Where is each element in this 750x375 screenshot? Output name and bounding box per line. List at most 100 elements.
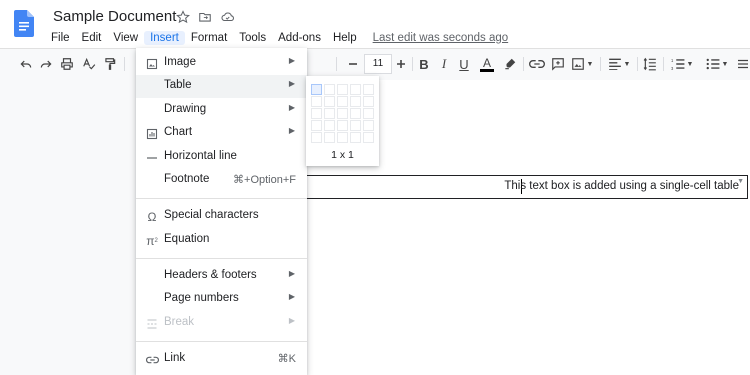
table-grid-cells — [311, 84, 375, 143]
last-edit-link[interactable]: Last edit was seconds ago — [373, 32, 509, 44]
italic-icon[interactable]: I — [437, 55, 451, 73]
menu-file[interactable]: File — [45, 31, 76, 45]
insert-link-icon[interactable] — [528, 55, 546, 73]
submenu-arrow-icon: ▶ — [288, 292, 295, 301]
chart-icon — [145, 127, 159, 141]
table-grid-cell[interactable] — [337, 84, 348, 95]
image-icon — [145, 57, 159, 71]
menu-item-break: Break ▶ — [136, 312, 307, 335]
numbered-list-icon[interactable]: 13 ▼ — [670, 55, 694, 73]
bulleted-list-icon[interactable]: ▼ — [705, 55, 729, 73]
submenu-arrow-icon: ▶ — [288, 269, 295, 278]
table-grid-cell[interactable] — [337, 96, 348, 107]
table-grid-cell[interactable] — [350, 96, 361, 107]
submenu-arrow-icon: ▶ — [288, 103, 295, 112]
horizontal-line-icon — [145, 151, 159, 165]
spellcheck-icon[interactable] — [80, 55, 98, 73]
menu-item-drawing[interactable]: Drawing ▶ — [136, 99, 307, 122]
menu-insert[interactable]: Insert — [144, 30, 185, 45]
menu-item-footnote[interactable]: Footnote ⌘+Option+F — [136, 169, 307, 192]
table-grid-cell[interactable] — [350, 132, 361, 143]
menu-divider — [136, 258, 307, 259]
menu-item-horizontal-line[interactable]: Horizontal line — [136, 146, 307, 169]
redo-icon[interactable] — [38, 55, 54, 73]
table-grid-cell[interactable] — [337, 108, 348, 119]
menu-add-ons[interactable]: Add-ons — [272, 31, 327, 45]
link-icon — [145, 353, 159, 367]
omega-icon: Ω — [147, 210, 157, 224]
paint-format-icon[interactable] — [102, 55, 118, 73]
print-icon[interactable] — [59, 55, 75, 73]
break-icon — [145, 317, 159, 331]
google-docs-icon[interactable] — [14, 10, 34, 37]
table-grid-cell[interactable] — [324, 120, 335, 131]
align-icon[interactable]: ▼ — [606, 55, 632, 73]
line-spacing-icon[interactable] — [642, 55, 658, 73]
submenu-arrow-icon: ▶ — [288, 126, 295, 135]
table-grid-cell[interactable] — [311, 84, 322, 95]
menu-edit[interactable]: Edit — [76, 31, 108, 45]
menu-help[interactable]: Help — [327, 31, 363, 45]
table-grid-cell[interactable] — [311, 120, 322, 131]
bold-icon[interactable]: B — [417, 55, 431, 73]
cloud-saved-icon[interactable] — [220, 10, 235, 24]
pi-icon: π2 — [146, 234, 158, 248]
footnote-shortcut: ⌘+Option+F — [233, 174, 296, 186]
document-title[interactable]: Sample Document — [53, 8, 176, 25]
submenu-arrow-icon: ▶ — [288, 316, 295, 325]
menu-item-table[interactable]: Table ▶ — [136, 75, 307, 98]
table-grid-cell[interactable] — [350, 84, 361, 95]
menu-item-equation[interactable]: π2 Equation — [136, 229, 307, 252]
link-shortcut: ⌘K — [277, 353, 296, 365]
cell-menu-arrow-icon[interactable]: ▼ — [737, 178, 744, 185]
more-toolbar-icon[interactable] — [736, 55, 750, 73]
svg-text:3: 3 — [671, 66, 674, 70]
table-grid-cell[interactable] — [337, 120, 348, 131]
single-cell-table-textbox[interactable]: This text box is added using a single-ce… — [300, 175, 748, 199]
menu-divider — [136, 198, 307, 199]
table-grid-cell[interactable] — [324, 96, 335, 107]
table-grid-cell[interactable] — [363, 96, 374, 107]
menu-item-page-numbers[interactable]: Page numbers ▶ — [136, 288, 307, 311]
text-color-icon[interactable]: A — [479, 55, 495, 73]
table-grid-cell[interactable] — [363, 84, 374, 95]
table-grid-cell[interactable] — [324, 132, 335, 143]
undo-icon[interactable] — [18, 55, 34, 73]
insert-menu: Image ▶ Table ▶ Drawing ▶ Chart ▶ Horizo… — [136, 48, 307, 375]
table-grid-cell[interactable] — [350, 120, 361, 131]
menu-item-chart[interactable]: Chart ▶ — [136, 122, 307, 145]
title-bar: Sample Document File Edit View Insert Fo… — [0, 0, 750, 48]
table-grid-cell[interactable] — [324, 108, 335, 119]
submenu-arrow-icon: ▶ — [288, 56, 295, 65]
table-dimension-label: 1 x 1 — [331, 149, 354, 161]
table-grid-cell[interactable] — [311, 132, 322, 143]
font-size-input[interactable]: 11 — [364, 54, 392, 74]
decrease-font-size-icon[interactable] — [347, 55, 359, 73]
menu-item-special-characters[interactable]: Ω Special characters — [136, 205, 307, 228]
move-to-folder-icon[interactable] — [198, 10, 212, 24]
table-grid-cell[interactable] — [350, 108, 361, 119]
menu-item-headers-footers[interactable]: Headers & footers ▶ — [136, 265, 307, 288]
table-grid-cell[interactable] — [363, 132, 374, 143]
menu-divider — [136, 341, 307, 342]
add-comment-icon[interactable] — [550, 55, 566, 73]
table-grid-cell[interactable] — [311, 108, 322, 119]
menu-tools[interactable]: Tools — [233, 31, 272, 45]
submenu-arrow-icon: ▶ — [288, 79, 295, 88]
increase-font-size-icon[interactable] — [395, 55, 407, 73]
menu-item-image[interactable]: Image ▶ — [136, 52, 307, 75]
table-grid-cell[interactable] — [311, 96, 322, 107]
textbox-text: This text box is added using a single-ce… — [504, 180, 739, 192]
menu-item-link[interactable]: Link ⌘K — [136, 348, 307, 371]
table-grid-cell[interactable] — [337, 132, 348, 143]
highlight-color-icon[interactable] — [502, 55, 518, 73]
insert-image-icon[interactable]: ▼ — [570, 55, 594, 73]
table-grid-cell[interactable] — [363, 108, 374, 119]
star-icon[interactable] — [176, 10, 190, 24]
menu-view[interactable]: View — [107, 31, 144, 45]
table-grid-cell[interactable] — [324, 84, 335, 95]
menu-format[interactable]: Format — [185, 31, 233, 45]
underline-icon[interactable]: U — [457, 55, 471, 73]
svg-text:1: 1 — [671, 58, 674, 63]
table-grid-cell[interactable] — [363, 120, 374, 131]
